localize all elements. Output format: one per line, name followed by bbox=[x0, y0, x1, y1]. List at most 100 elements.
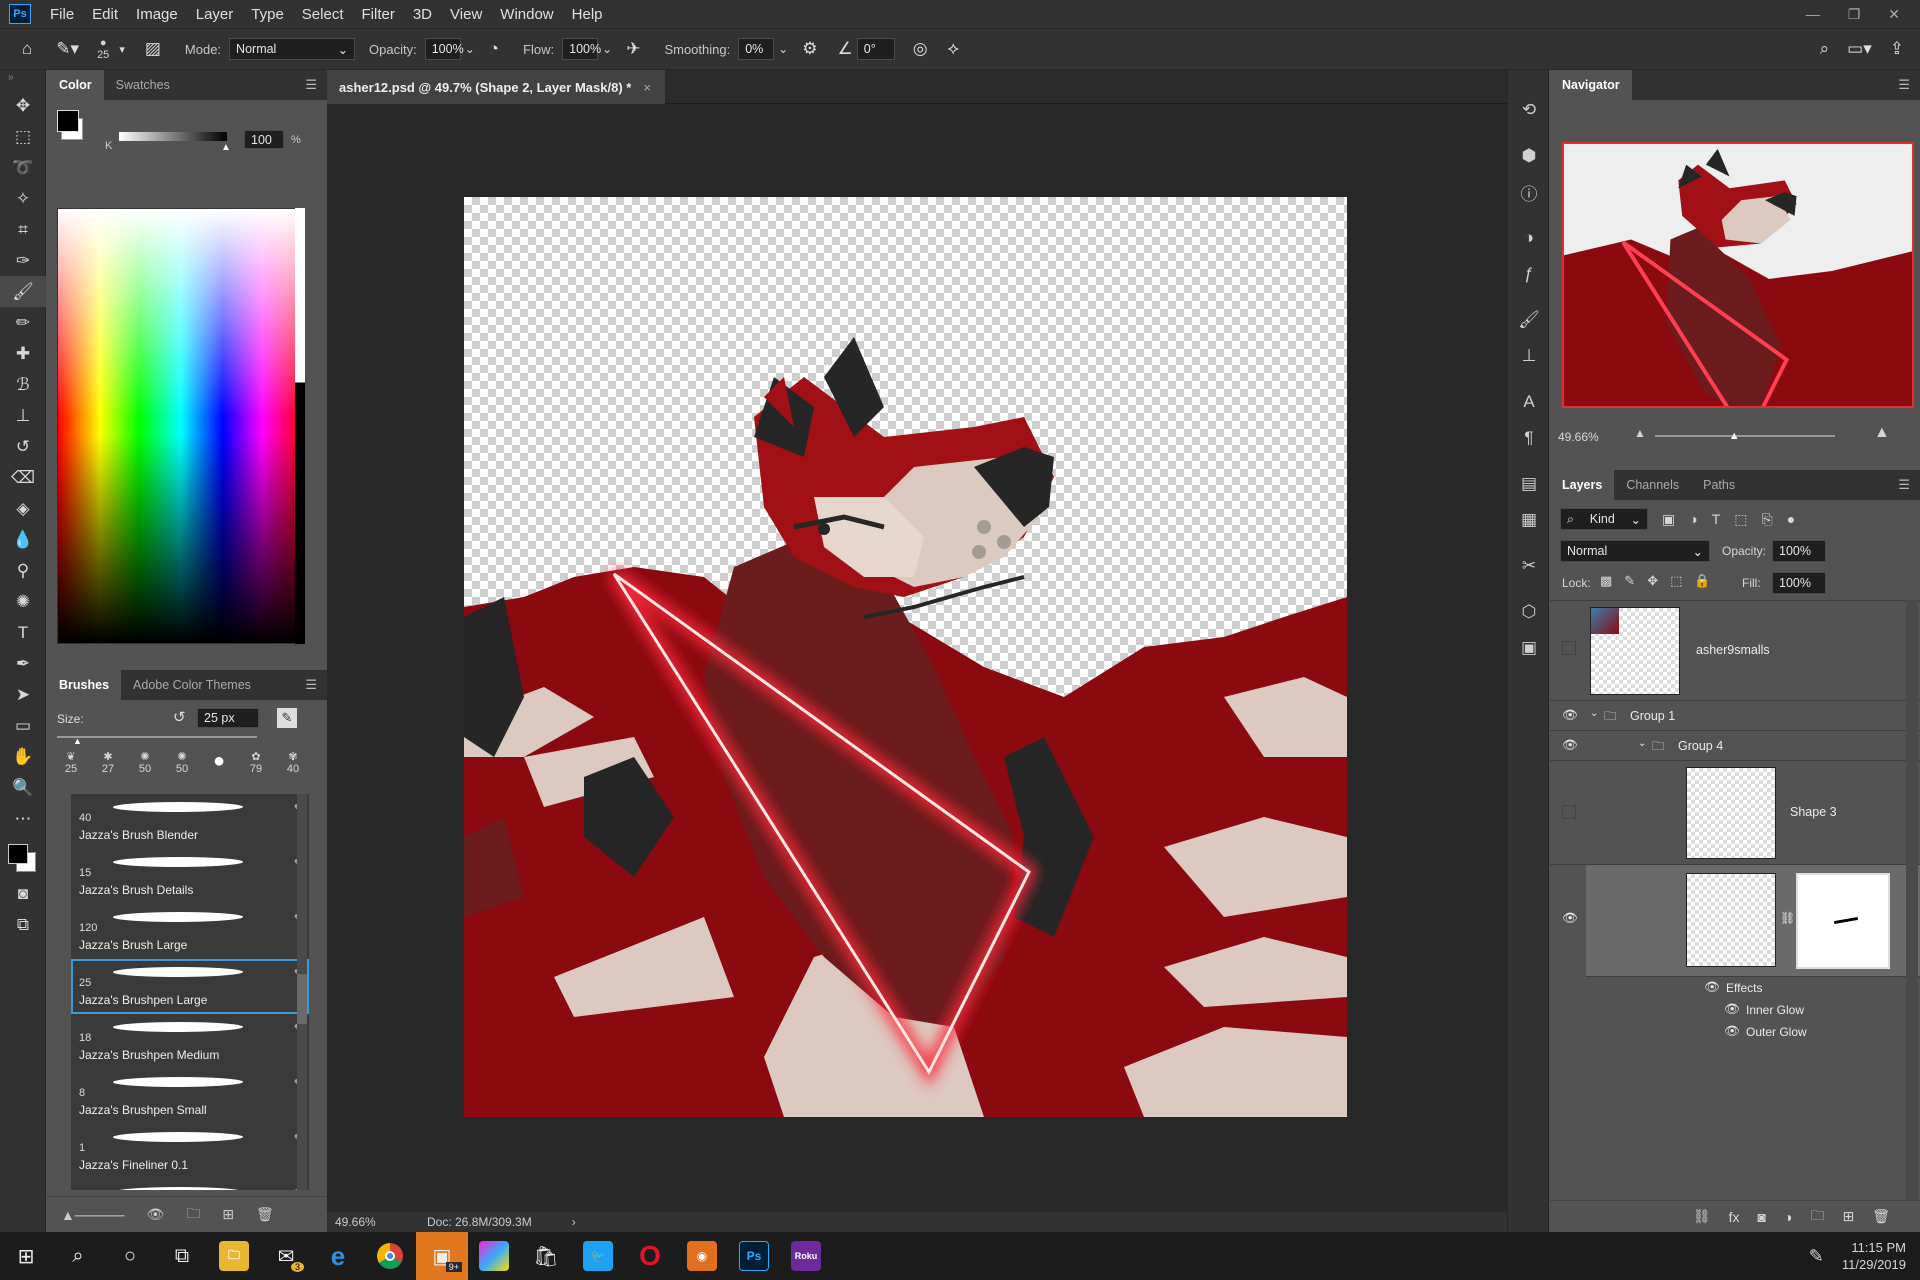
recent-brush[interactable]: ❦ 25 bbox=[55, 750, 87, 790]
tab-color[interactable]: Color bbox=[47, 70, 104, 100]
layer-opacity-input[interactable]: 100% bbox=[1772, 540, 1826, 562]
menu-file[interactable]: File bbox=[41, 6, 83, 23]
lock-transparency-icon[interactable]: ▩ bbox=[1600, 573, 1612, 589]
layers-scrollbar[interactable] bbox=[1906, 600, 1918, 1200]
navigator-zoom-thumb[interactable]: ▲ bbox=[1729, 430, 1740, 442]
menu-help[interactable]: Help bbox=[563, 6, 612, 23]
layer-row[interactable]: Shape 3 bbox=[1550, 761, 1920, 865]
sponge-tool-icon[interactable]: ✺ bbox=[0, 586, 46, 617]
clone-stamp-tool-icon[interactable]: ⊥ bbox=[0, 400, 46, 431]
magic-wand-tool-icon[interactable]: ✧ bbox=[0, 183, 46, 214]
quick-mask-icon[interactable]: ◙ bbox=[0, 878, 46, 909]
brush-tool-preset-icon[interactable]: ✎▾ bbox=[56, 39, 79, 59]
edge-browser-icon[interactable]: e bbox=[312, 1232, 364, 1280]
visibility-toggle-empty[interactable] bbox=[1562, 805, 1576, 819]
workspace-icon[interactable]: ▭▾ bbox=[1847, 39, 1872, 59]
kind-filter-select[interactable]: ⌕ Kind ⌄ bbox=[1560, 508, 1648, 530]
paint-bucket-tool-icon[interactable]: ◈ bbox=[0, 493, 46, 524]
eye-icon[interactable]: 👁 bbox=[1562, 708, 1578, 723]
brush-preset-item[interactable]: 8✎Jazza's Brushpen Small bbox=[71, 1069, 309, 1124]
recent-brush[interactable]: ✾ 40 bbox=[277, 750, 309, 790]
link-layers-icon[interactable]: ⛓ bbox=[1693, 1208, 1711, 1225]
brush-preset-item[interactable]: 18✎Jazza's Brushpen Medium bbox=[71, 1014, 309, 1069]
artwork-canvas[interactable] bbox=[464, 197, 1347, 1117]
foreground-background-swatches[interactable] bbox=[0, 834, 45, 878]
close-window-button[interactable]: ✕ bbox=[1888, 6, 1900, 23]
paragraph-icon[interactable]: ¶ bbox=[1508, 420, 1550, 456]
tab-brushes[interactable]: Brushes bbox=[47, 670, 122, 700]
eye-icon[interactable]: 👁 bbox=[1562, 911, 1578, 926]
effect-row[interactable]: 👁 Inner Glow bbox=[1550, 999, 1920, 1021]
brush-list-scrollbar[interactable] bbox=[297, 794, 307, 1190]
chevron-down-icon[interactable]: ⌄ bbox=[465, 42, 475, 56]
brush-preset-item[interactable]: 25✎Jazza's Brushpen Large bbox=[71, 959, 309, 1014]
trash-icon[interactable]: 🗑 bbox=[1872, 1208, 1890, 1225]
tab-adobe-color-themes[interactable]: Adobe Color Themes bbox=[121, 670, 263, 700]
cortana-icon[interactable]: ○ bbox=[104, 1232, 156, 1280]
zoom-out-icon[interactable]: ▲ bbox=[1634, 426, 1646, 440]
menu-layer[interactable]: Layer bbox=[187, 6, 243, 23]
pen-workspace-icon[interactable]: ✎ bbox=[1809, 1246, 1824, 1267]
pencil-tool-icon[interactable]: ✏ bbox=[0, 307, 46, 338]
move-tool-icon[interactable]: ✥ bbox=[0, 90, 46, 121]
chevron-down-icon[interactable]: ⌄ bbox=[778, 42, 788, 56]
effects-row[interactable]: 👁 Effects bbox=[1550, 977, 1920, 999]
twitter-icon[interactable]: 🐦 bbox=[572, 1232, 624, 1280]
3d-object-icon[interactable]: ⬡ bbox=[1508, 594, 1550, 630]
mail-icon[interactable]: ✉ 3 bbox=[260, 1232, 312, 1280]
task-view-icon[interactable]: ⧉ bbox=[156, 1232, 208, 1280]
panel-menu-icon[interactable]: ☰ bbox=[1898, 77, 1910, 93]
restore-button[interactable]: ❐ bbox=[1848, 6, 1861, 23]
blur-tool-icon[interactable]: 💧 bbox=[0, 524, 46, 555]
pressure-size-icon[interactable]: ◎ bbox=[913, 39, 928, 59]
lock-pixels-icon[interactable]: ✎ bbox=[1624, 573, 1635, 589]
recent-brush[interactable]: ✺ 50 bbox=[166, 750, 198, 790]
adjustment-layer-icon[interactable]: ◑ bbox=[1784, 1209, 1792, 1225]
filter-toggle-icon[interactable]: ● bbox=[1787, 511, 1795, 527]
eye-icon[interactable]: 👁 bbox=[1562, 738, 1578, 753]
brush-tool-icon[interactable]: 🖌 bbox=[0, 276, 46, 307]
chevron-down-icon[interactable]: ⌄ bbox=[602, 42, 612, 56]
effect-row[interactable]: 👁 Outer Glow bbox=[1550, 1021, 1920, 1043]
brush-preset-item[interactable]: 1✎Jazza's Fineliner 0.1 bbox=[71, 1124, 309, 1179]
system-clock[interactable]: 11:15 PM 11/29/2019 bbox=[1842, 1239, 1906, 1273]
tab-navigator[interactable]: Navigator bbox=[1550, 70, 1632, 100]
opacity-input[interactable]: 100% bbox=[424, 38, 464, 60]
grayscale-ramp[interactable] bbox=[295, 208, 305, 644]
recent-brush[interactable]: ● bbox=[203, 750, 235, 790]
canvas-area[interactable] bbox=[327, 104, 1507, 1212]
menu-filter[interactable]: Filter bbox=[353, 6, 404, 23]
visibility-toggle-empty[interactable] bbox=[1562, 641, 1576, 655]
rectangle-tool-icon[interactable]: ▭ bbox=[0, 710, 46, 741]
opera-icon[interactable]: O bbox=[624, 1232, 676, 1280]
paint3d-icon[interactable] bbox=[468, 1232, 520, 1280]
new-layer-icon[interactable]: ⊞ bbox=[1842, 1208, 1854, 1225]
info-icon[interactable]: ⓘ bbox=[1508, 174, 1550, 210]
color-spectrum-picker[interactable] bbox=[57, 208, 305, 644]
eraser-tool-icon[interactable]: ⌫ bbox=[0, 462, 46, 493]
mixer-brush-tool-icon[interactable]: ℬ bbox=[0, 369, 46, 400]
minimize-button[interactable]: — bbox=[1806, 6, 1820, 22]
shape-filter-icon[interactable]: ⬚ bbox=[1734, 511, 1747, 528]
hand-tool-icon[interactable]: ✋ bbox=[0, 741, 46, 772]
healing-brush-tool-icon[interactable]: ✚ bbox=[0, 338, 46, 369]
collapse-icon[interactable]: » bbox=[0, 70, 45, 90]
instagram-icon[interactable]: ◉ bbox=[676, 1232, 728, 1280]
size-thumb-icon[interactable]: ▲───── bbox=[61, 1207, 124, 1223]
tab-channels[interactable]: Channels bbox=[1614, 470, 1691, 500]
tab-paths[interactable]: Paths bbox=[1691, 470, 1747, 500]
navigator-zoom-value[interactable]: 49.66% bbox=[1558, 430, 1599, 444]
search-icon[interactable]: ⌕ bbox=[1820, 39, 1830, 59]
layer-mask-thumbnail[interactable] bbox=[1796, 873, 1890, 969]
lasso-tool-icon[interactable]: ➰ bbox=[0, 152, 46, 183]
zoom-tool-icon[interactable]: 🔍 bbox=[0, 772, 46, 803]
lock-artboard-icon[interactable]: ⬚ bbox=[1670, 573, 1682, 589]
photos-app-icon[interactable]: ▣ 9+ bbox=[416, 1232, 468, 1280]
brush-settings-panel-icon[interactable]: 🖌 bbox=[1508, 302, 1550, 338]
blend-mode-select[interactable]: Normal ⌄ bbox=[1560, 540, 1710, 562]
pixel-filter-icon[interactable]: ▣ bbox=[1662, 511, 1675, 528]
eyedropper-tool-icon[interactable]: ✑ bbox=[0, 245, 46, 276]
panel-menu-icon[interactable]: ☰ bbox=[305, 77, 317, 93]
chevron-down-icon[interactable]: ⌄ bbox=[1590, 708, 1598, 719]
close-tab-button[interactable]: × bbox=[643, 80, 651, 95]
